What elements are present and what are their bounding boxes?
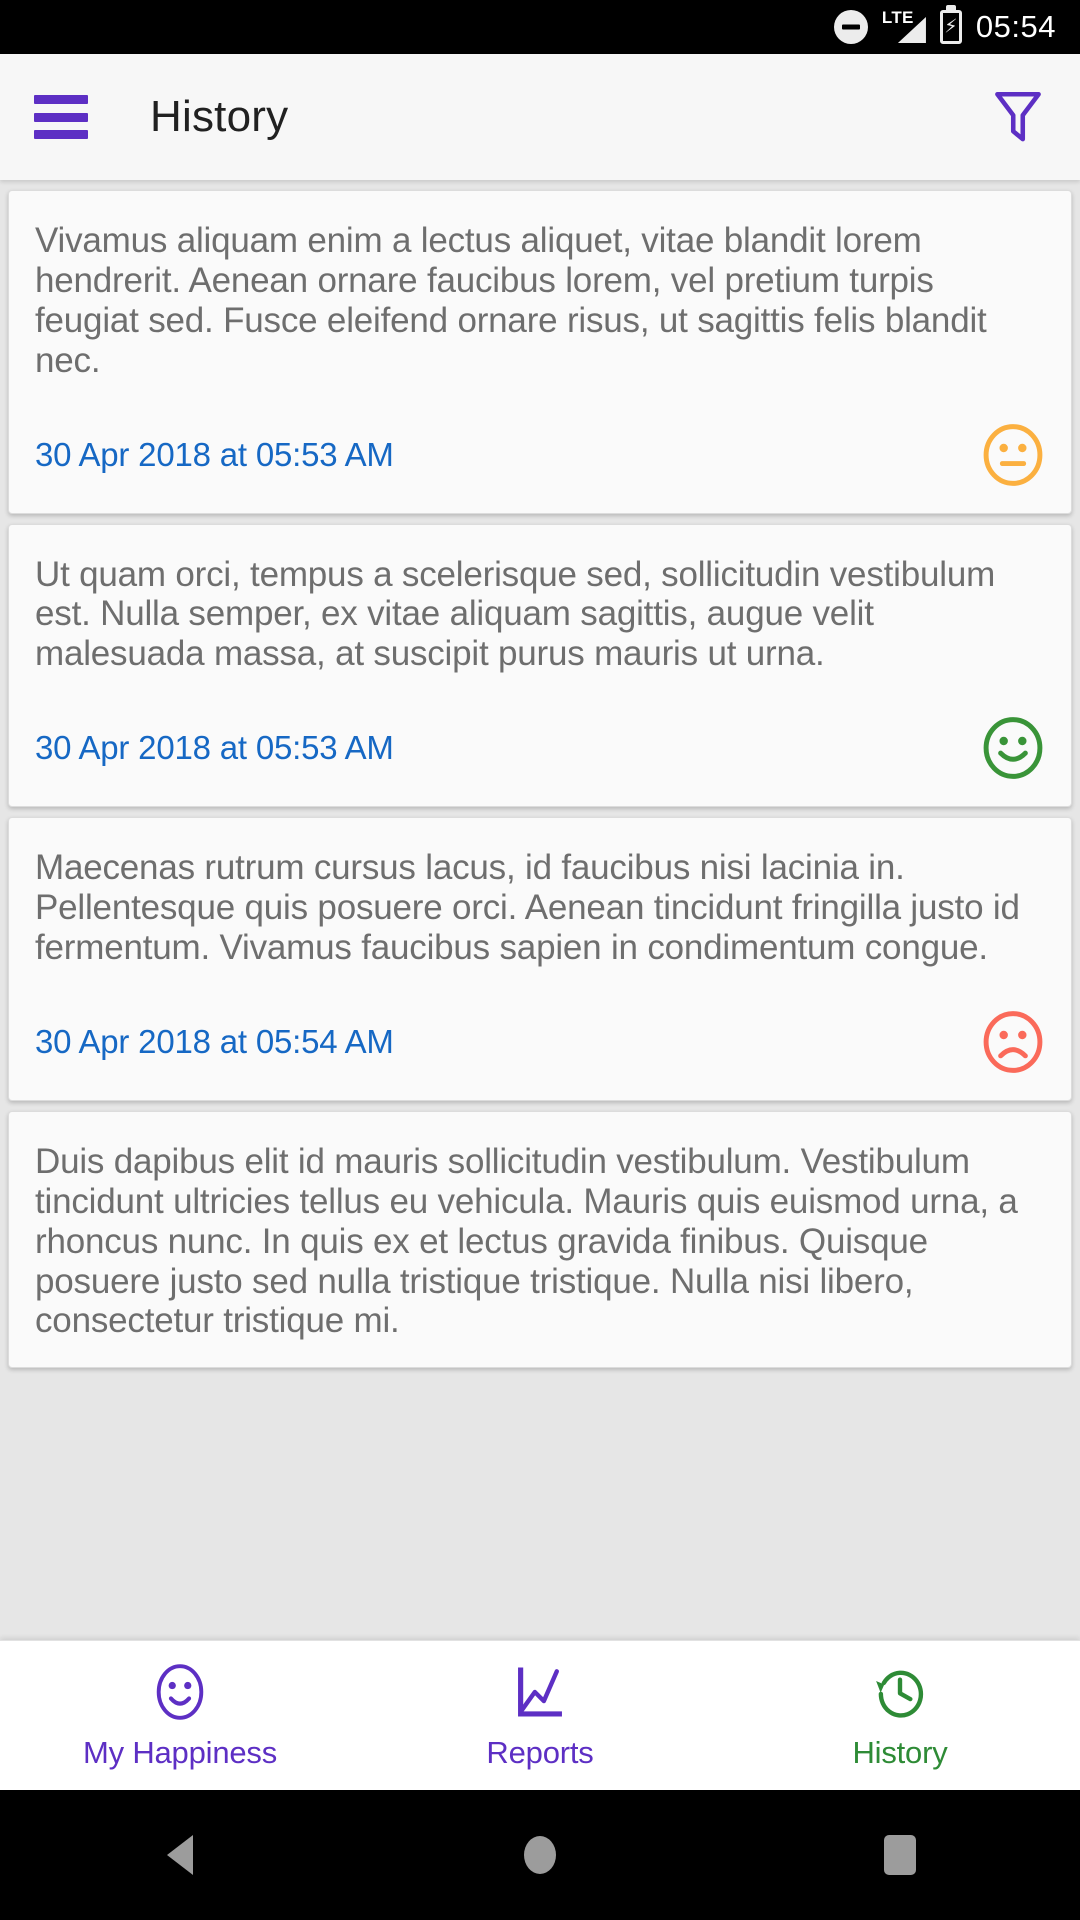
entry-date: 30 Apr 2018 at 05:53 AM: [35, 729, 394, 767]
nav-label-history: History: [852, 1734, 948, 1770]
entry-text: Duis dapibus elit id mauris sollicitudin…: [35, 1141, 1018, 1341]
history-entry-card[interactable]: Ut quam orci, tempus a scelerisque sed, …: [8, 523, 1072, 808]
hamburger-menu-icon[interactable]: [34, 95, 88, 139]
status-bar: LTE ⚡ 05:54: [0, 0, 1080, 54]
neutral-face-icon: [983, 423, 1043, 486]
home-button[interactable]: [360, 1836, 720, 1874]
entry-text: Maecenas rutrum cursus lacus, id faucibu…: [35, 848, 1020, 968]
signal-bars-icon: LTE: [882, 9, 926, 45]
entry-footer: 30 Apr 2018 at 05:53 AM: [35, 423, 1045, 487]
entry-date: 30 Apr 2018 at 05:53 AM: [35, 435, 394, 473]
nav-tab-reports[interactable]: Reports: [360, 1661, 720, 1771]
history-entry-card[interactable]: Vivamus aliquam enim a lectus aliquet, v…: [8, 190, 1072, 514]
filter-funnel-glyph: [995, 91, 1041, 142]
recents-square-icon: [884, 1835, 916, 1875]
android-system-nav: [0, 1790, 1080, 1920]
nav-label-my-happiness: My Happiness: [82, 1734, 277, 1770]
hamburger-line: [34, 95, 88, 104]
back-triangle-icon: [167, 1835, 193, 1875]
smiley-face-glyph: [156, 1663, 204, 1720]
sad-face-icon: [983, 1011, 1043, 1073]
happy-face-icon: [983, 717, 1043, 780]
nav-tab-history[interactable]: History: [720, 1661, 1080, 1771]
app-bar: History: [0, 54, 1080, 180]
entry-footer: 30 Apr 2018 at 05:54 AM: [35, 1010, 1045, 1074]
entry-date: 30 Apr 2018 at 05:54 AM: [35, 1022, 394, 1060]
line-chart-icon: [510, 1661, 570, 1723]
entry-text: Vivamus aliquam enim a lectus aliquet, v…: [35, 221, 987, 380]
nav-label-reports: Reports: [486, 1734, 594, 1770]
bottom-navigation: My Happiness Reports History: [0, 1640, 1080, 1790]
recents-button[interactable]: [720, 1835, 1080, 1875]
history-clock-glyph: [876, 1670, 924, 1718]
battery-charging-icon: ⚡: [939, 10, 962, 44]
status-bar-clock: 05:54: [975, 9, 1056, 44]
history-entry-card[interactable]: Duis dapibus elit id mauris sollicitudin…: [8, 1110, 1072, 1369]
filter-funnel-icon[interactable]: [990, 87, 1046, 147]
smiley-face-icon: [151, 1661, 209, 1723]
page-title: History: [150, 92, 289, 141]
charging-bolt-glyph: ⚡: [944, 16, 958, 38]
do-not-disturb-icon: [833, 10, 868, 44]
hamburger-line: [34, 112, 88, 122]
history-entry-card[interactable]: Maecenas rutrum cursus lacus, id faucibu…: [8, 817, 1072, 1101]
back-button[interactable]: [0, 1835, 360, 1875]
phone-screen: LTE ⚡ 05:54 History Vivamus aliquam enim…: [0, 0, 1080, 1920]
entry-footer: 30 Apr 2018 at 05:53 AM: [35, 716, 1045, 780]
history-clock-icon: [870, 1661, 930, 1723]
hamburger-line: [34, 130, 88, 139]
network-type-label: LTE: [881, 8, 914, 27]
home-circle-icon: [524, 1836, 556, 1874]
entry-text: Ut quam orci, tempus a scelerisque sed, …: [35, 554, 996, 674]
line-chart-glyph: [518, 1666, 562, 1717]
history-list[interactable]: Vivamus aliquam enim a lectus aliquet, v…: [0, 180, 1080, 1640]
nav-tab-my-happiness[interactable]: My Happiness: [0, 1661, 360, 1771]
